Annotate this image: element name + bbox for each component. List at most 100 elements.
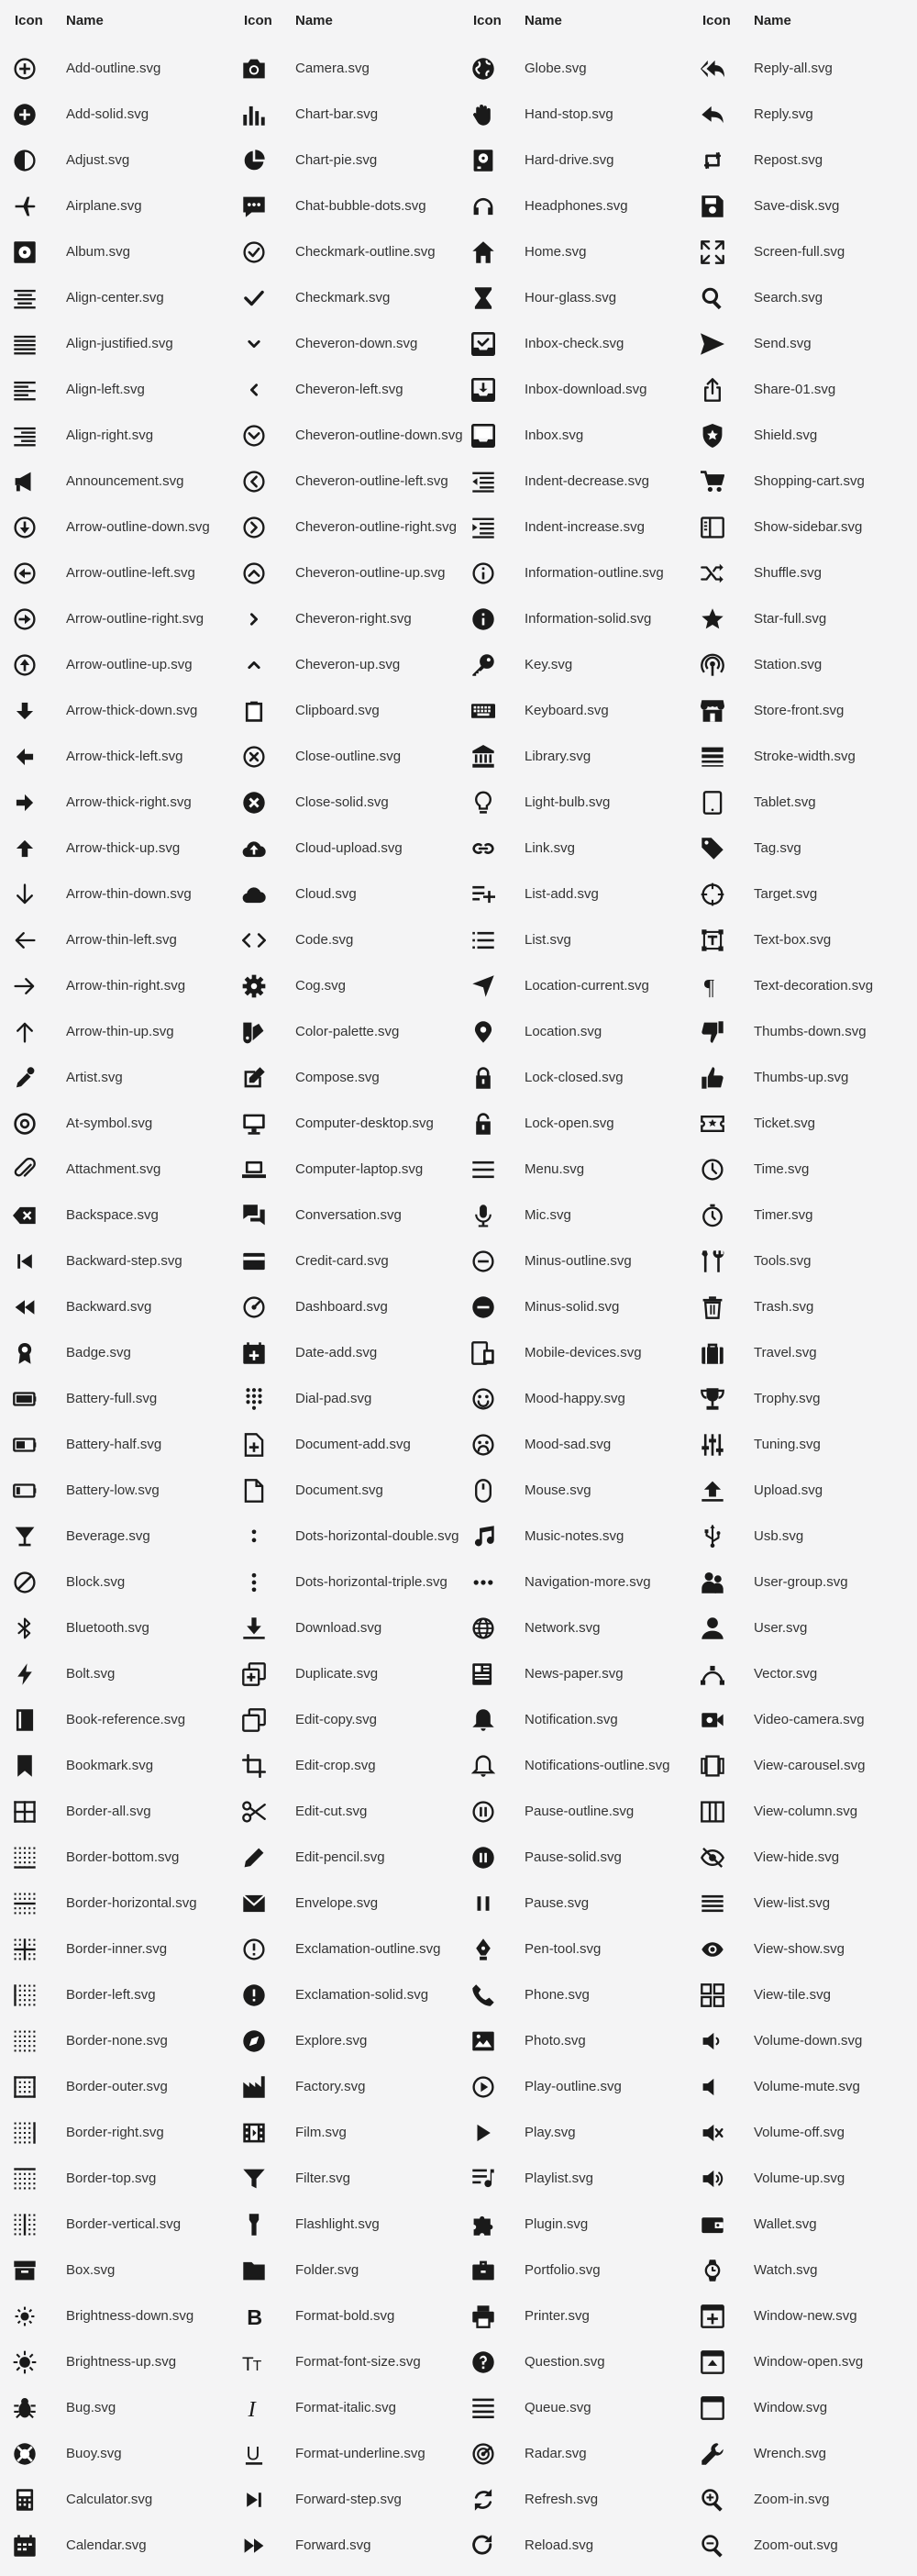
icon-file-name: Window-new.svg bbox=[754, 2307, 857, 2324]
icon-file-name: Minus-solid.svg bbox=[525, 1298, 620, 1315]
close-outline-icon bbox=[242, 745, 266, 769]
icon-file-name: Question.svg bbox=[525, 2353, 605, 2370]
icon-file-name: Shuffle.svg bbox=[754, 564, 822, 581]
portfolio-icon bbox=[471, 2259, 495, 2282]
thumbs-up-icon bbox=[701, 1066, 724, 1090]
icon-file-name: Tablet.svg bbox=[754, 794, 816, 810]
icon-file-name: Arrow-thin-down.svg bbox=[66, 885, 192, 902]
icon-file-name: Mic.svg bbox=[525, 1206, 571, 1223]
icon-file-name: Information-outline.svg bbox=[525, 564, 664, 581]
icon-file-name: Thumbs-up.svg bbox=[754, 1069, 849, 1085]
thumbs-down-icon bbox=[701, 1020, 724, 1044]
store-front-icon bbox=[701, 699, 724, 723]
icon-list-item: Minus-solid.svg bbox=[458, 1284, 688, 1330]
icon-file-name: Keyboard.svg bbox=[525, 702, 609, 718]
hand-stop-icon bbox=[471, 103, 495, 127]
window-open-icon bbox=[701, 2349, 724, 2374]
library-icon bbox=[471, 744, 495, 769]
list-add-icon bbox=[471, 883, 495, 906]
icon-file-name: Cheveron-up.svg bbox=[295, 656, 401, 672]
icon-file-name: Dial-pad.svg bbox=[295, 1390, 372, 1406]
cloud-upload-icon bbox=[242, 837, 266, 861]
icon-file-name: Save-disk.svg bbox=[754, 197, 840, 214]
icon-file-name: Cheveron-left.svg bbox=[295, 381, 403, 397]
add-outline-icon bbox=[13, 57, 37, 81]
align-center-icon bbox=[13, 286, 37, 310]
icon-list-item: Star-full.svg bbox=[688, 596, 917, 642]
icon-file-name: Phone.svg bbox=[525, 1986, 590, 2003]
time-icon bbox=[701, 1158, 724, 1182]
upload-icon bbox=[701, 1479, 724, 1503]
icon-list-item: Reload.svg bbox=[458, 2523, 688, 2569]
icon-list-item: Window.svg bbox=[688, 2385, 917, 2431]
icon-file-name: Edit-crop.svg bbox=[295, 1757, 376, 1773]
icon-file-name: Printer.svg bbox=[525, 2307, 590, 2324]
plugin-icon bbox=[471, 2213, 495, 2237]
trash-icon bbox=[701, 1295, 724, 1319]
icon-file-name: Border-top.svg bbox=[66, 2170, 157, 2186]
save-disk-icon bbox=[701, 194, 724, 218]
icon-list-item: Indent-increase.svg bbox=[458, 505, 688, 550]
icon-list-item: Clipboard.svg bbox=[229, 688, 458, 734]
icon-file-name: Credit-card.svg bbox=[295, 1252, 389, 1269]
user-icon bbox=[701, 1616, 724, 1640]
icon-file-name: Hand-stop.svg bbox=[525, 105, 613, 122]
dots-horizontal-double-icon bbox=[242, 1525, 266, 1549]
icon-file-name: Add-solid.svg bbox=[66, 105, 149, 122]
icon-list-item: Pause-solid.svg bbox=[458, 1835, 688, 1881]
icon-file-name: Library.svg bbox=[525, 748, 591, 764]
icon-file-name: Window.svg bbox=[754, 2399, 828, 2415]
icon-list-item: Credit-card.svg bbox=[229, 1238, 458, 1284]
icon-list-item: Volume-down.svg bbox=[688, 2018, 917, 2064]
icon-file-name: Tuning.svg bbox=[754, 1436, 821, 1452]
play-icon bbox=[471, 2121, 495, 2145]
icon-file-name: Film.svg bbox=[295, 2124, 347, 2140]
radar-icon bbox=[471, 2442, 495, 2466]
icon-file-name: Video-camera.svg bbox=[754, 1711, 865, 1727]
icon-file-name: Pen-tool.svg bbox=[525, 1940, 602, 1957]
icon-file-name: Mobile-devices.svg bbox=[525, 1344, 642, 1360]
icon-list-item: Wallet.svg bbox=[688, 2202, 917, 2248]
reply-icon bbox=[701, 103, 724, 127]
icon-list-item: Playlist.svg bbox=[458, 2156, 688, 2202]
icon-list-item: Inbox.svg bbox=[458, 413, 688, 459]
icon-list-item: Book-reference.svg bbox=[0, 1697, 229, 1743]
icon-list-item: List.svg bbox=[458, 917, 688, 963]
icon-list-item: Factory.svg bbox=[229, 2064, 458, 2110]
icon-list-item: Announcement.svg bbox=[0, 459, 229, 505]
icon-file-name: Zoom-in.svg bbox=[754, 2491, 830, 2507]
home-icon bbox=[471, 240, 495, 264]
icon-file-name: Code.svg bbox=[295, 931, 354, 948]
badge-icon bbox=[13, 1341, 37, 1365]
shield-icon bbox=[701, 423, 724, 448]
icon-file-name: Location.svg bbox=[525, 1023, 602, 1039]
icon-list-item: Forward.svg bbox=[229, 2523, 458, 2569]
icon-file-name: Show-sidebar.svg bbox=[754, 518, 863, 535]
icon-list-item: Usb.svg bbox=[688, 1514, 917, 1560]
icon-file-name: Target.svg bbox=[754, 885, 818, 902]
date-add-icon bbox=[242, 1341, 266, 1365]
icon-file-name: Shield.svg bbox=[754, 427, 818, 443]
icon-list-item: Arrow-thick-left.svg bbox=[0, 734, 229, 780]
icon-list-item: Volume-up.svg bbox=[688, 2156, 917, 2202]
tools-icon bbox=[701, 1249, 724, 1273]
icon-list-item: Mood-sad.svg bbox=[458, 1422, 688, 1468]
printer-icon bbox=[471, 2304, 495, 2328]
icon-file-name: Wrench.svg bbox=[754, 2445, 826, 2461]
pause-icon bbox=[471, 1892, 495, 1915]
icon-file-name: Duplicate.svg bbox=[295, 1665, 379, 1682]
icon-list-item: Bug.svg bbox=[0, 2385, 229, 2431]
backward-icon bbox=[13, 1295, 37, 1319]
icon-file-name: Information-solid.svg bbox=[525, 610, 652, 627]
key-icon bbox=[471, 653, 495, 677]
icon-list-item: U Format-underline.svg bbox=[229, 2431, 458, 2477]
icon-list-item: Mood-happy.svg bbox=[458, 1376, 688, 1422]
compose-icon bbox=[242, 1066, 266, 1090]
svg-text:B: B bbox=[247, 2305, 262, 2328]
icon-file-name: Store-front.svg bbox=[754, 702, 845, 718]
icon-file-name: Border-left.svg bbox=[66, 1986, 156, 2003]
icon-list-item: Inbox-check.svg bbox=[458, 321, 688, 367]
icon-list-item: Station.svg bbox=[688, 642, 917, 688]
icon-file-name: Play-outline.svg bbox=[525, 2078, 622, 2094]
icon-list-item: Volume-off.svg bbox=[688, 2110, 917, 2156]
